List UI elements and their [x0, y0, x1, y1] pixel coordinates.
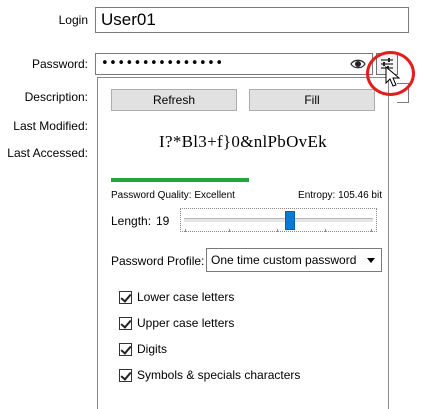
last-accessed-label: Last Accessed:	[7, 146, 88, 160]
password-generator-popup: Refresh Fill I?*Bl3+f}0&nlPbOvEk Passwor…	[97, 77, 389, 409]
checkbox-checked-icon[interactable]	[119, 316, 132, 330]
password-value: •••••••••••••••	[101, 56, 224, 71]
option-lower-case[interactable]: Lower case letters	[119, 289, 234, 305]
password-quality-bar	[111, 178, 249, 182]
option-label: Upper case letters	[137, 316, 235, 330]
mouse-pointer-icon	[385, 65, 401, 91]
slider-tick	[277, 229, 278, 232]
password-profile-label: Password Profile:	[111, 254, 205, 268]
option-digits[interactable]: Digits	[119, 341, 167, 357]
length-value: 19	[156, 214, 170, 228]
length-slider[interactable]	[180, 208, 377, 232]
entropy-label: Entropy: 105.46 bit	[298, 190, 382, 201]
length-label: Length:	[111, 214, 152, 228]
checkbox-checked-icon[interactable]	[119, 368, 132, 382]
password-profile-select[interactable]: One time custom password	[206, 248, 382, 272]
option-symbols[interactable]: Symbols & specials characters	[119, 367, 300, 383]
description-label: Description:	[24, 90, 88, 104]
chevron-down-icon	[367, 258, 375, 263]
slider-tick	[229, 229, 230, 232]
slider-tick	[185, 229, 186, 232]
slider-tick	[325, 229, 326, 232]
login-label: Login	[58, 13, 88, 27]
length-slider-thumb[interactable]	[285, 211, 295, 230]
password-label: Password:	[31, 57, 88, 71]
last-modified-label: Last Modified:	[13, 119, 88, 133]
checkbox-checked-icon[interactable]	[119, 342, 132, 356]
password-quality-label: Password Quality: Excellent	[111, 190, 235, 201]
password-input[interactable]: •••••••••••••••	[95, 53, 373, 75]
option-upper-case[interactable]: Upper case letters	[119, 315, 234, 331]
eye-icon[interactable]	[350, 57, 366, 74]
option-label: Symbols & specials characters	[137, 368, 301, 382]
slider-track-line	[184, 218, 373, 223]
option-label: Digits	[137, 342, 168, 356]
fill-button[interactable]: Fill	[249, 89, 375, 111]
slider-tick	[371, 229, 372, 232]
password-profile-value: One time custom password	[211, 253, 357, 267]
generated-password: I?*Bl3+f}0&nlPbOvEk	[159, 132, 327, 151]
refresh-button[interactable]: Refresh	[111, 89, 237, 111]
checkbox-checked-icon[interactable]	[119, 290, 132, 304]
login-input[interactable]: User01	[95, 7, 409, 33]
option-label: Lower case letters	[137, 290, 235, 304]
